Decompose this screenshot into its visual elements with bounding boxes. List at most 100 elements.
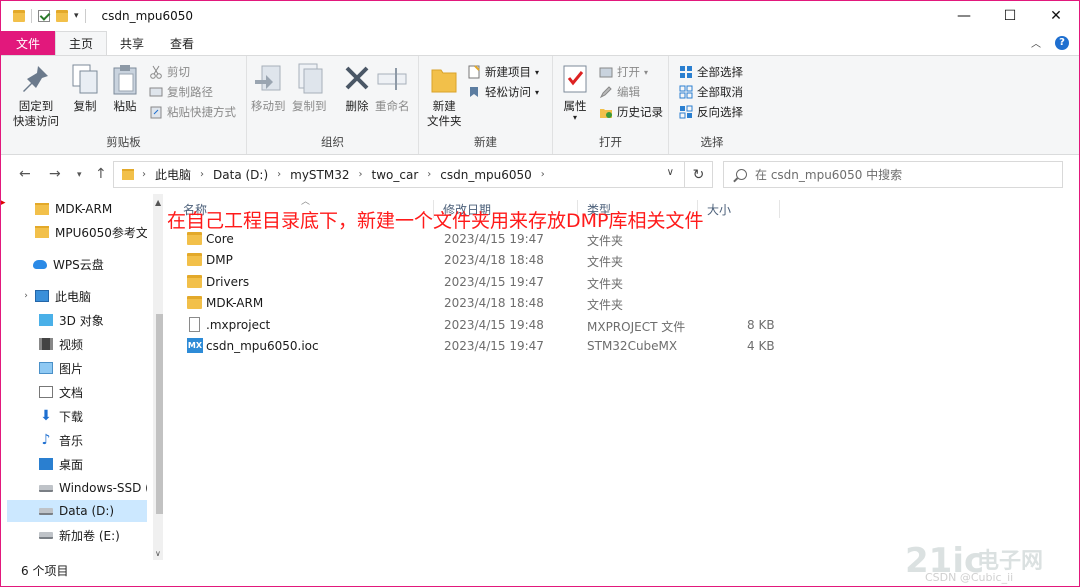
- nav-item-mdk-arm[interactable]: MDK-ARM: [7, 198, 147, 220]
- nav-item-new-volume-e[interactable]: 新加卷 (E:): [7, 524, 147, 546]
- invert-selection-label: 反向选择: [697, 105, 743, 119]
- music-icon: ♪: [41, 432, 51, 448]
- history-button[interactable]: 历史记录: [599, 104, 663, 120]
- nav-item-wps-cloud[interactable]: WPS云盘: [7, 253, 147, 275]
- column-divider[interactable]: [779, 200, 780, 218]
- breadcrumb-two-car[interactable]: two_car: [372, 168, 419, 182]
- new-item-button[interactable]: 新建项目 ▾: [467, 64, 539, 80]
- paste-shortcut-icon: [149, 105, 163, 119]
- easy-access-button[interactable]: 轻松访问 ▾: [467, 84, 539, 100]
- copy-path-button[interactable]: 复制路径: [149, 84, 213, 100]
- file-row-mdk-arm[interactable]: MDK-ARM 2023/4/18 18:48 文件夹: [181, 293, 781, 314]
- new-folder-label-line1: 新建: [432, 99, 456, 113]
- minimize-button[interactable]: —: [941, 1, 987, 31]
- nav-pane-scrollbar[interactable]: ▲ ∨: [153, 194, 163, 560]
- scroll-down-icon[interactable]: ∨: [155, 549, 161, 558]
- nav-item-label: MDK-ARM: [55, 202, 113, 216]
- nav-item-documents[interactable]: 文档: [7, 381, 147, 403]
- tab-home[interactable]: 主页: [55, 31, 108, 55]
- file-row-ioc[interactable]: MX csdn_mpu6050.ioc 2023/4/15 19:47 STM3…: [181, 336, 781, 357]
- nav-item-desktop[interactable]: 桌面: [7, 453, 147, 475]
- breadcrumb-separator-icon[interactable]: ›: [142, 169, 146, 180]
- file-row-drivers[interactable]: Drivers 2023/4/15 19:47 文件夹: [181, 272, 781, 293]
- nav-item-3d-objects[interactable]: 3D 对象: [7, 309, 147, 331]
- nav-item-pictures[interactable]: 图片: [7, 357, 147, 379]
- tab-file[interactable]: 文件: [1, 31, 56, 55]
- breadcrumb-this-pc[interactable]: 此电脑: [155, 166, 191, 183]
- cut-button[interactable]: 剪切: [149, 64, 190, 80]
- copy-path-label: 复制路径: [167, 85, 213, 99]
- select-all-button[interactable]: 全部选择: [679, 64, 743, 80]
- search-box[interactable]: 在 csdn_mpu6050 中搜索: [723, 161, 1063, 188]
- expand-chevron-icon[interactable]: ›: [19, 291, 33, 301]
- group-open: 属性 ▾ 打开 ▾ 编辑 历史记录 打开: [553, 56, 669, 154]
- nav-item-this-pc[interactable]: › 此电脑: [7, 285, 147, 307]
- navigation-pane: MDK-ARM MPU6050参考文 WPS云盘 › 此电脑 3D 对象 视频 …: [7, 194, 163, 560]
- file-modified: 2023/4/18 18:48: [444, 296, 544, 310]
- breadcrumb-separator-icon[interactable]: ›: [200, 169, 204, 180]
- easy-access-label: 轻松访问: [485, 85, 531, 99]
- move-to-button[interactable]: 移动到: [251, 62, 286, 114]
- breadcrumb-separator-icon[interactable]: ›: [427, 169, 431, 180]
- file-name: csdn_mpu6050.ioc: [206, 339, 319, 353]
- group-label-open: 打开: [599, 135, 622, 149]
- select-none-icon: [679, 85, 693, 99]
- maximize-button[interactable]: ☐: [987, 1, 1033, 31]
- recent-locations-chevron-icon[interactable]: ▾: [77, 170, 82, 180]
- nav-item-data-drive[interactable]: Data (D:): [7, 500, 147, 522]
- group-new: 新建 文件夹 新建项目 ▾ 轻松访问 ▾ 新建: [419, 56, 553, 154]
- rename-button[interactable]: 重命名: [375, 62, 410, 114]
- ribbon-tools: ︿ ?: [1031, 35, 1069, 50]
- up-arrow-icon[interactable]: ↑: [95, 166, 107, 182]
- file-row-mxproject[interactable]: .mxproject 2023/4/15 19:48 MXPROJECT 文件 …: [181, 315, 781, 336]
- file-name: DMP: [206, 253, 233, 267]
- paste-button[interactable]: 粘贴: [109, 62, 141, 114]
- picture-icon: [39, 362, 53, 374]
- nav-item-mpu6050-ref[interactable]: MPU6050参考文: [7, 221, 147, 243]
- nav-item-videos[interactable]: 视频: [7, 333, 147, 355]
- address-dropdown-chevron-icon[interactable]: ∨: [667, 167, 674, 178]
- help-icon[interactable]: ?: [1055, 35, 1069, 50]
- file-name: .mxproject: [206, 318, 271, 332]
- tab-share[interactable]: 共享: [107, 31, 157, 55]
- copy-button[interactable]: 复制: [69, 62, 101, 114]
- refresh-icon: ↻: [692, 166, 705, 183]
- nav-item-music[interactable]: ♪ 音乐: [7, 429, 147, 451]
- pin-quick-access-button[interactable]: 固定到 快速访问: [13, 62, 59, 129]
- breadcrumb-separator-icon[interactable]: ›: [359, 169, 363, 180]
- breadcrumb-data-drive[interactable]: Data (D:): [213, 168, 268, 182]
- delete-button[interactable]: 删除: [341, 62, 373, 114]
- copy-to-button[interactable]: 复制到: [292, 62, 327, 114]
- breadcrumb-separator-icon[interactable]: ›: [277, 169, 281, 180]
- breadcrumb-mystm32[interactable]: mySTM32: [290, 168, 349, 182]
- breadcrumb-separator-icon[interactable]: ›: [541, 169, 545, 180]
- nav-item-windows-ssd[interactable]: Windows-SSD (: [7, 477, 147, 499]
- invert-selection-button[interactable]: 反向选择: [679, 104, 743, 120]
- new-folder-button[interactable]: 新建 文件夹: [427, 62, 462, 129]
- file-row-dmp[interactable]: DMP 2023/4/18 18:48 文件夹: [181, 250, 781, 271]
- back-arrow-icon[interactable]: ←: [19, 166, 31, 182]
- scrollbar-thumb[interactable]: [156, 314, 163, 514]
- tab-view[interactable]: 查看: [157, 31, 207, 55]
- collapse-ribbon-chevron-icon[interactable]: ︿: [1031, 35, 1041, 50]
- forward-arrow-icon[interactable]: →: [49, 166, 61, 182]
- edit-button[interactable]: 编辑: [599, 84, 640, 100]
- paste-shortcut-button[interactable]: 粘贴快捷方式: [149, 104, 236, 120]
- scroll-up-icon[interactable]: ▲: [155, 198, 161, 207]
- refresh-button[interactable]: ↻: [685, 161, 713, 188]
- breadcrumb-csdn-mpu6050[interactable]: csdn_mpu6050: [440, 168, 532, 182]
- file-modified: 2023/4/18 18:48: [444, 253, 544, 267]
- drive-icon: [39, 507, 53, 515]
- properties-check-icon[interactable]: [38, 10, 50, 22]
- column-header-size[interactable]: 大小: [707, 196, 731, 222]
- close-button[interactable]: ✕: [1033, 1, 1079, 31]
- address-bar[interactable]: › 此电脑 › Data (D:) › mySTM32 › two_car › …: [113, 161, 685, 188]
- search-input[interactable]: 在 csdn_mpu6050 中搜索: [755, 166, 902, 183]
- customize-toolbar-dropdown-icon[interactable]: ▾: [74, 11, 79, 21]
- open-button[interactable]: 打开 ▾: [599, 64, 648, 80]
- nav-item-downloads[interactable]: ⬇ 下载: [7, 405, 147, 427]
- file-name: Drivers: [206, 275, 250, 289]
- select-none-button[interactable]: 全部取消: [679, 84, 743, 100]
- properties-button[interactable]: 属性 ▾: [559, 62, 591, 122]
- new-folder-icon[interactable]: [56, 10, 68, 22]
